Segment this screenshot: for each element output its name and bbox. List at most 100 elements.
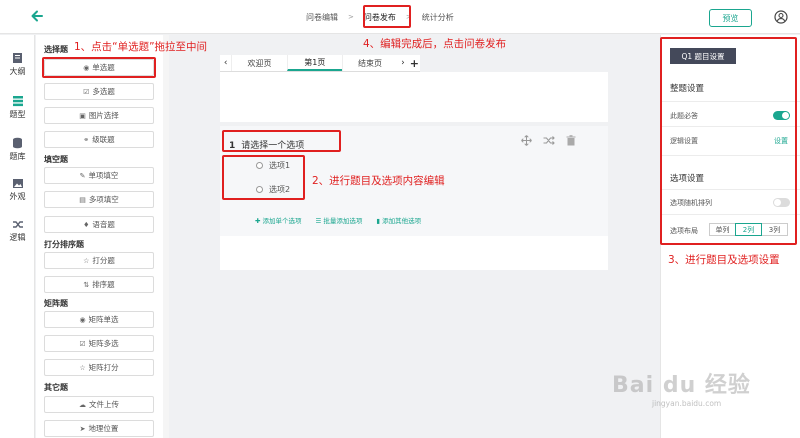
nav-outline[interactable]: 大纲 [0, 52, 35, 77]
palette-multi-fill[interactable]: ▤ 多项填空 [44, 191, 154, 208]
baidu-watermark: Bai du 经验 jingyan.baidu.com [612, 367, 751, 408]
palette-file-upload[interactable]: ☁ 文件上传 [44, 396, 154, 413]
group-title-matrix: 矩阵题 [44, 299, 68, 308]
palette-voice[interactable]: ♦ 语音题 [44, 216, 154, 233]
radio-icon [256, 162, 263, 169]
nav-logic[interactable]: 逻辑 [0, 219, 35, 243]
back-arrow-icon[interactable] [30, 9, 44, 23]
palette-matrix-rating[interactable]: ☆ 矩阵打分 [44, 359, 154, 376]
palette-label: 地理位置 [88, 424, 119, 433]
divider [661, 189, 800, 190]
required-toggle[interactable] [773, 111, 790, 120]
step-edit[interactable]: 问卷编辑 [300, 12, 344, 23]
group-title-choice: 选择题 [44, 45, 68, 54]
trash-icon[interactable] [566, 135, 576, 146]
nav-appearance[interactable]: 外观 [0, 178, 35, 202]
palette-image-choice[interactable]: ▣ 图片选择 [44, 107, 154, 124]
palette-label: 打分题 [92, 256, 115, 265]
tab-end[interactable]: 结束页 [341, 55, 397, 71]
microphone-icon: ♦ [83, 220, 90, 229]
palette-label: 级联题 [92, 135, 115, 144]
palette-label: 矩阵多选 [88, 339, 119, 348]
layout-option-1col[interactable]: 单列 [709, 223, 736, 236]
random-order-toggle[interactable] [773, 198, 790, 207]
star-icon: ☆ [83, 256, 90, 265]
watermark-url: jingyan.baidu.com [652, 399, 722, 408]
palette-label: 单选题 [92, 63, 115, 72]
group-title-fill: 填空题 [44, 155, 68, 164]
palette-label: 单项填空 [88, 171, 119, 180]
batch-add-option-link[interactable]: ☰ 批量添加选项 [316, 215, 363, 225]
nav-label: 题型 [9, 110, 26, 119]
palette-label: 矩阵单选 [88, 315, 119, 324]
group-title-rating: 打分排序题 [44, 240, 84, 249]
appearance-icon [12, 179, 23, 188]
nav-question-bank[interactable]: 题库 [0, 137, 35, 162]
palette-multi-choice[interactable]: ☑ 多选题 [44, 83, 154, 100]
list-icon: ▤ [79, 195, 86, 204]
user-icon[interactable] [774, 10, 788, 24]
required-label: 此题必答 [670, 112, 698, 120]
tab-welcome[interactable]: 欢迎页 [231, 55, 286, 71]
nav-question-types[interactable]: 题型 [0, 95, 35, 120]
nav-label: 题库 [9, 152, 26, 161]
palette-label: 矩阵打分 [88, 363, 119, 372]
palette-label: 多项填空 [88, 195, 119, 204]
tab-prev-icon[interactable]: ‹ [220, 55, 231, 71]
step-separator: > [405, 13, 412, 21]
palette-rating[interactable]: ☆ 打分题 [44, 252, 154, 269]
page-footer-area [220, 236, 608, 270]
option-label: 选项2 [269, 185, 291, 194]
question-title[interactable]: 1 请选择一个选项 [229, 138, 304, 151]
layout-option-3col[interactable]: 3列 [761, 223, 788, 236]
top-header: 问卷编辑 > 问卷发布 > 统计分析 预览 [0, 0, 800, 34]
step-publish[interactable]: 问卷发布 [358, 12, 402, 23]
layout-option-2col[interactable]: 2列 [735, 223, 762, 236]
tab-page-1[interactable]: 第1页 [286, 55, 342, 71]
palette-cascade[interactable]: ⚭ 级联题 [44, 131, 154, 148]
whole-settings-title: 整题设置 [670, 84, 705, 94]
divider [661, 101, 800, 102]
nav-label: 大纲 [9, 67, 26, 76]
step-statistics[interactable]: 统计分析 [416, 12, 460, 23]
palette-label: 语音题 [92, 220, 115, 229]
star-icon: ☆ [79, 363, 86, 372]
outline-icon [13, 53, 22, 63]
option-item[interactable]: 选项1 [256, 160, 290, 171]
palette-sort[interactable]: ⇅ 排序题 [44, 276, 154, 293]
add-page-icon[interactable]: + [409, 55, 420, 71]
palette-matrix-single[interactable]: ◉ 矩阵单选 [44, 311, 154, 328]
palette-single-fill[interactable]: ✎ 单项填空 [44, 167, 154, 184]
palette-location[interactable]: ➤ 地理位置 [44, 420, 154, 437]
image-icon: ▣ [79, 111, 86, 120]
radio-icon: ◉ [83, 63, 90, 72]
nav-label: 外观 [9, 192, 26, 201]
question-title-text: 请选择一个选项 [241, 141, 305, 151]
divider [661, 126, 800, 127]
page-header-area [220, 72, 608, 122]
logic-label: 逻辑设置 [670, 137, 698, 145]
question-bank-icon [13, 137, 22, 149]
link-label: 批量添加选项 [323, 217, 363, 225]
cloud-upload-icon: ☁ [79, 400, 86, 409]
watermark-logo: Bai du 经验 [612, 373, 751, 398]
option-label: 选项1 [269, 161, 291, 170]
random-order-label: 选项随机排列 [670, 199, 712, 207]
radio-icon: ◉ [79, 315, 86, 324]
palette-label: 排序题 [92, 280, 115, 289]
palette-matrix-multi[interactable]: ☑ 矩阵多选 [44, 335, 154, 352]
location-icon: ➤ [79, 424, 86, 433]
add-other-option-link[interactable]: ▮ 添加其他选项 [376, 215, 421, 225]
left-navigation: 大纲 题型 题库 外观 逻辑 [0, 35, 35, 438]
option-item[interactable]: 选项2 [256, 184, 290, 195]
sort-icon: ⇅ [83, 280, 90, 289]
shuffle-icon[interactable] [543, 135, 555, 146]
step-navigation: 问卷编辑 > 问卷发布 > 统计分析 [300, 0, 460, 34]
annotation-step1: 1、点击“单选题”拖拉至中间 [74, 41, 208, 53]
move-icon[interactable] [521, 135, 532, 146]
tab-next-icon[interactable]: › [397, 55, 408, 71]
add-single-option-link[interactable]: ✚ 添加单个选项 [255, 215, 302, 225]
logic-setting-link[interactable]: 设置 [774, 136, 788, 146]
palette-single-choice[interactable]: ◉ 单选题 [44, 59, 154, 76]
preview-button[interactable]: 预览 [709, 9, 752, 27]
